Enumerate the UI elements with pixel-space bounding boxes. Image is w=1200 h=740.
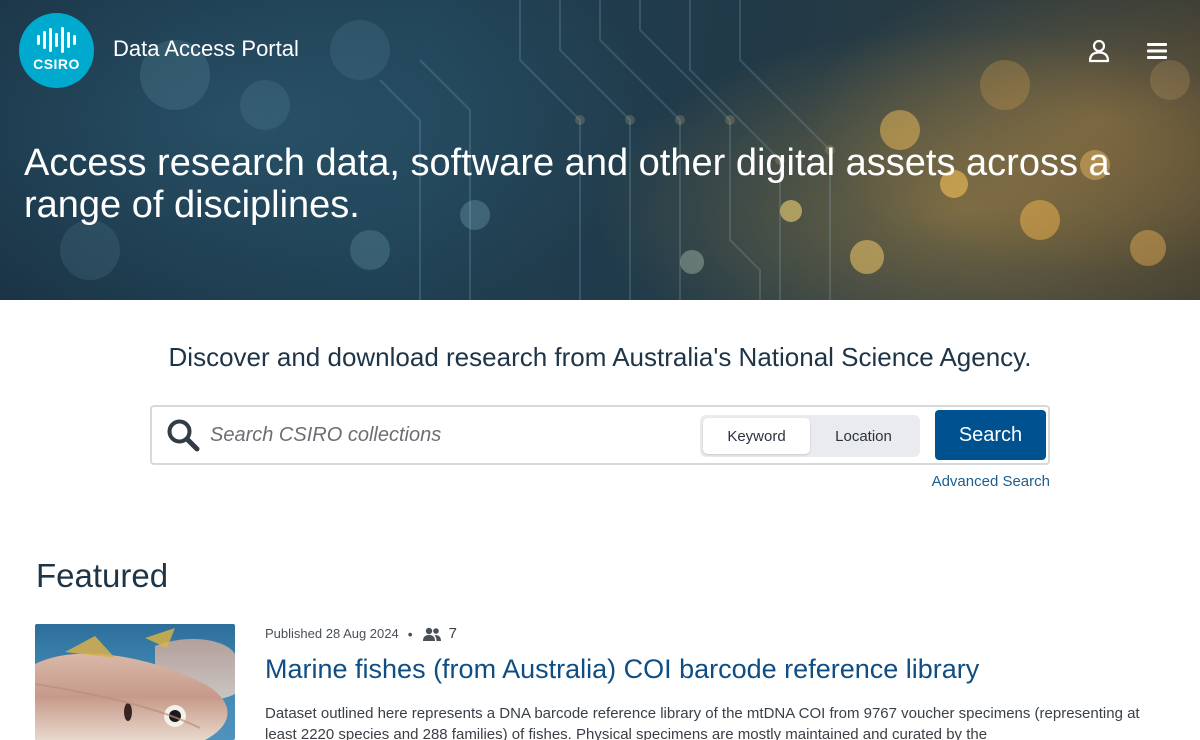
hamburger-menu-icon (1147, 43, 1167, 59)
featured-item-description: Dataset outlined here represents a DNA b… (265, 705, 1140, 740)
discover-tagline: Discover and download research from Aust… (168, 342, 1032, 372)
search-mode-toggle: Keyword Location (700, 415, 920, 457)
search-input[interactable] (210, 417, 690, 453)
hero-headline: Access research data, software and other… (24, 142, 1110, 226)
main-menu-button[interactable] (1144, 38, 1170, 64)
people-icon (422, 627, 441, 641)
featured-item-meta: Published 28 Aug 2024 • 7 (265, 625, 457, 642)
fish-image (35, 628, 235, 740)
hero-banner: CSIRO Data Access Portal Access research… (0, 0, 1200, 300)
search-bar: Keyword Location Search (150, 405, 1050, 465)
csiro-logo[interactable]: CSIRO (19, 13, 94, 88)
search-button[interactable]: Search (935, 410, 1046, 460)
contributor-count: 7 (448, 625, 457, 642)
search-mode-keyword[interactable]: Keyword (703, 418, 810, 454)
portal-title[interactable]: Data Access Portal (113, 36, 299, 62)
logo-bars-icon (37, 27, 76, 53)
user-icon (1088, 39, 1110, 63)
user-account-button[interactable] (1086, 38, 1112, 64)
search-icon (167, 419, 200, 452)
featured-item-image[interactable] (35, 624, 235, 740)
advanced-search-link[interactable]: Advanced Search (850, 473, 1050, 490)
logo-text: CSIRO (33, 56, 80, 72)
featured-heading: Featured (36, 557, 169, 594)
search-mode-location[interactable]: Location (810, 418, 917, 454)
published-date: Published 28 Aug 2024 (265, 626, 399, 641)
featured-item-title[interactable]: Marine fishes (from Australia) COI barco… (265, 654, 979, 685)
meta-separator: • (407, 625, 413, 642)
